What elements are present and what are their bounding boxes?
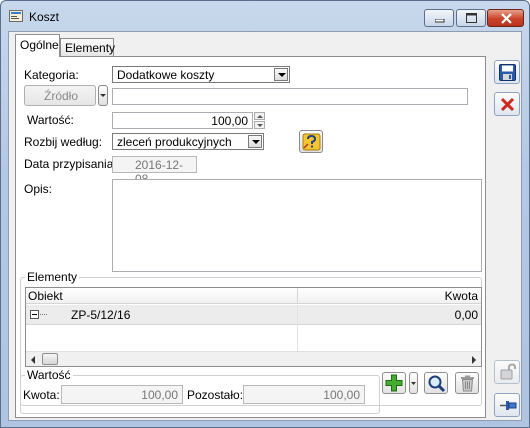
table-header: Obiekt Kwota [26, 288, 481, 304]
wartosc-field[interactable]: 100,00 [112, 112, 253, 129]
tab-ogolne[interactable]: Ogólne [15, 34, 60, 57]
elements-table: Obiekt Kwota ZP-5/12/16 0,00 [25, 287, 482, 367]
rozbij-value: zleceń produkcyjnych [117, 135, 232, 149]
add-element-button[interactable] [382, 372, 406, 394]
unlock-icon [500, 363, 516, 380]
data-przypisania-field[interactable]: 2016-12-08 [112, 156, 197, 186]
column-header-obiekt[interactable]: Obiekt [28, 289, 63, 303]
chevron-down-icon [411, 382, 416, 385]
pin-icon [500, 401, 517, 410]
zrodlo-button[interactable]: Źródło [24, 85, 96, 106]
title-bar[interactable]: Koszt [1, 1, 529, 31]
zrodlo-dropdown-button[interactable] [98, 85, 108, 106]
maximize-button[interactable] [456, 9, 486, 27]
lock-button[interactable] [494, 360, 520, 384]
row-obiekt: ZP-5/12/16 [71, 308, 131, 322]
scroll-right-icon[interactable] [472, 356, 476, 364]
kategoria-label: Kategoria: [24, 68, 79, 82]
window-client: Ogólne Elementy Kategoria: Dodatkowe kos… [8, 31, 522, 421]
opis-label: Opis: [24, 182, 53, 196]
cancel-button[interactable] [494, 92, 520, 116]
data-przypisania-label: Data przypisania: [24, 157, 117, 171]
window: Koszt Ogólne Elementy Kategoria: Dodatko… [0, 0, 530, 428]
kategoria-combo[interactable]: Dodatkowe koszty [112, 66, 290, 83]
maximize-icon [466, 13, 477, 23]
scroll-left-icon[interactable] [31, 356, 35, 364]
kwota-label: Kwota: [23, 388, 60, 402]
pozostalo-label: Pozostało: [187, 388, 244, 402]
cost-document-icon [9, 10, 23, 22]
chevron-down-icon [100, 94, 106, 97]
plus-icon [385, 374, 403, 392]
help-button[interactable] [299, 130, 323, 153]
kwota-value: 100,00 [141, 388, 178, 402]
tab-elementy-label: Elementy [65, 41, 116, 55]
search-button[interactable] [424, 372, 448, 394]
close-icon [501, 13, 512, 24]
pin-button[interactable] [494, 393, 520, 417]
search-icon [428, 375, 446, 393]
wartosc-value: 100,00 [211, 114, 248, 128]
add-element-dropdown[interactable] [409, 372, 418, 394]
column-header-kwota[interactable]: Kwota [445, 289, 478, 303]
trash-icon [461, 375, 474, 392]
kwota-field[interactable]: 100,00 [61, 385, 183, 404]
wartosc-label: Wartość: [27, 113, 74, 127]
zrodlo-button-label: Źródło [44, 89, 79, 103]
wartosc-stepper[interactable] [254, 112, 265, 129]
save-icon [499, 64, 516, 81]
tab-ogolne-label: Ogólne [20, 38, 59, 52]
collapse-icon[interactable] [30, 310, 39, 319]
help-icon [302, 133, 321, 151]
spin-down-icon[interactable] [254, 121, 265, 129]
pozostalo-field[interactable]: 100,00 [243, 385, 365, 404]
chevron-down-icon[interactable] [274, 68, 288, 81]
pozostalo-value: 100,00 [323, 388, 360, 402]
window-title: Koszt [29, 10, 60, 24]
spin-up-icon[interactable] [254, 112, 265, 120]
kategoria-value: Dodatkowe koszty [117, 68, 215, 82]
tree-line [40, 314, 47, 315]
rozbij-label: Rozbij według: [24, 135, 103, 149]
horizontal-scrollbar[interactable] [26, 351, 481, 366]
row-kwota: 0,00 [454, 308, 478, 322]
minimize-icon [435, 19, 445, 23]
column-gridline [297, 305, 298, 351]
scroll-thumb[interactable] [42, 353, 58, 365]
tab-elementy[interactable]: Elementy [60, 38, 116, 56]
minimize-button[interactable] [424, 9, 454, 27]
zrodlo-field[interactable] [112, 88, 468, 105]
wartosc-group-legend: Wartość [27, 368, 71, 382]
delete-icon [500, 97, 515, 112]
delete-element-button[interactable] [455, 372, 479, 394]
opis-textarea[interactable] [112, 179, 482, 272]
elementy-legend: Elementy [27, 270, 78, 284]
close-button[interactable] [487, 9, 524, 27]
column-divider[interactable] [297, 288, 298, 304]
chevron-down-icon[interactable] [248, 135, 262, 148]
table-row[interactable]: ZP-5/12/16 0,00 [26, 305, 481, 325]
save-button[interactable] [494, 60, 520, 84]
rozbij-combo[interactable]: zleceń produkcyjnych [112, 133, 264, 150]
